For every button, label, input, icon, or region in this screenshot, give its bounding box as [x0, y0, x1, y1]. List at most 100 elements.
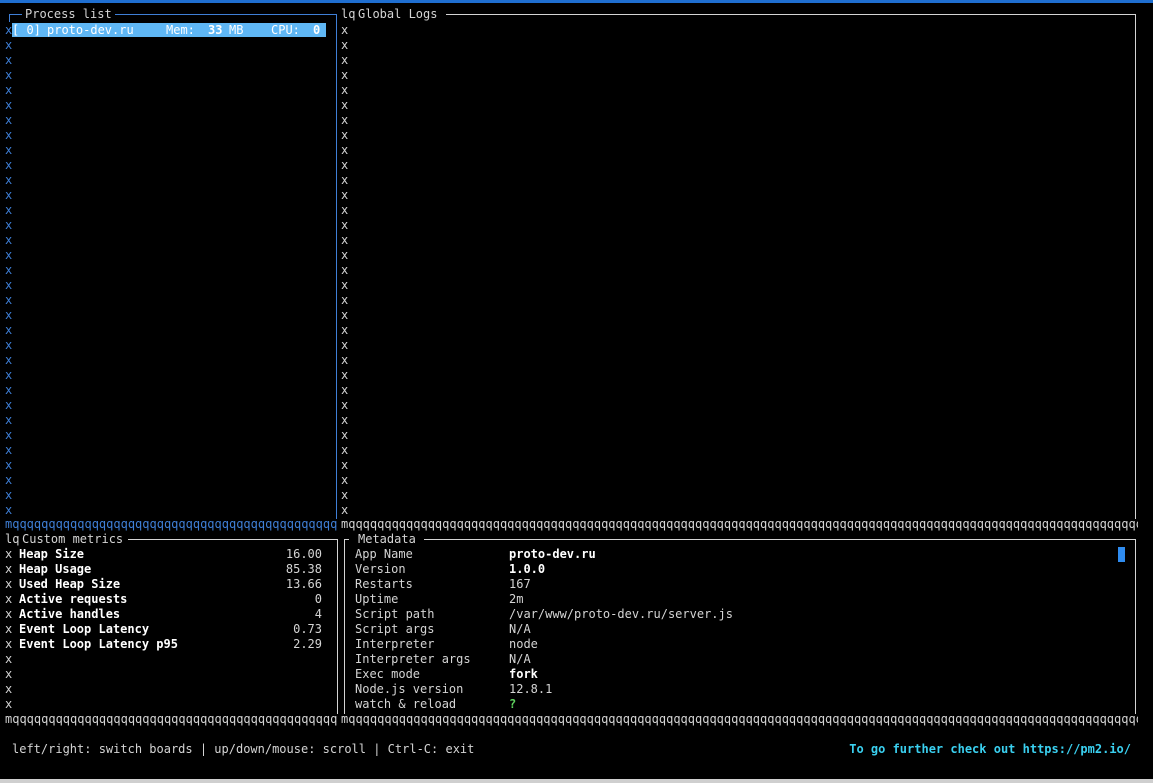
border-glyph: x — [5, 218, 13, 232]
metadata-border-top — [424, 539, 1135, 540]
border-glyph: x — [5, 503, 13, 517]
custom-metrics-border-right — [337, 539, 338, 714]
pm2-link[interactable]: To go further check out https://pm2.io/ — [849, 742, 1131, 757]
border-glyph: x — [5, 38, 13, 52]
process-list-title: Process list — [22, 7, 115, 22]
scrollbar-thumb[interactable] — [1118, 547, 1125, 562]
border-glyph: x — [341, 398, 349, 412]
metadata-row: Script path/var/www/proto-dev.ru/server.… — [355, 607, 1055, 622]
border-glyph: x — [5, 697, 13, 711]
metadata-value: 2m — [509, 592, 524, 606]
border-glyph: x — [341, 53, 349, 67]
border-glyph: x — [5, 188, 13, 202]
metric-value: 85.38 — [285, 562, 322, 576]
metadata-row: App Name proto-dev.ru — [355, 547, 1055, 562]
process-name: proto-dev.ru — [47, 23, 134, 37]
metadata-value: proto-dev.ru — [509, 547, 596, 561]
custom-metrics-border-bottom: mqqqqqqqqqqqqqqqqqqqqqqqqqqqqqqqqqqqqqqq… — [5, 712, 337, 726]
border-glyph: x — [341, 368, 349, 382]
border-glyph: x — [5, 323, 13, 337]
metadata-value: 12.8.1 — [509, 682, 553, 696]
global-logs-border-top — [446, 14, 1135, 15]
metadata-title: Metadata — [355, 532, 419, 547]
border-glyph: x — [5, 458, 13, 472]
metric-row: Heap Usage 85.38 — [19, 562, 322, 577]
bottom-bar — [0, 779, 1153, 783]
border-glyph: x — [5, 547, 13, 561]
border-glyph: x — [5, 353, 13, 367]
process-list-border-corner — [9, 14, 10, 22]
border-glyph: x — [5, 637, 13, 651]
metadata-row: Restarts 167 — [355, 577, 1055, 592]
metric-value: 16.00 — [285, 547, 322, 561]
metric-name: Heap Usage — [19, 562, 92, 576]
border-glyph: x — [341, 443, 349, 457]
custom-metrics-corner: lq — [5, 532, 20, 546]
border-glyph: x — [5, 398, 13, 412]
process-mem-value: 33 — [208, 23, 223, 37]
border-glyph: x — [341, 68, 349, 82]
metadata-key: Uptime — [355, 592, 399, 606]
border-glyph: x — [341, 128, 349, 142]
border-glyph: x — [341, 38, 349, 52]
border-glyph: x — [341, 308, 349, 322]
metadata-value: 1.0.0 — [509, 562, 546, 576]
metric-name: Heap Size — [19, 547, 85, 561]
process-row-selected[interactable]: [ 0] proto-dev.ru Mem: 33 MB CPU: 0 — [12, 23, 326, 37]
border-glyph: x — [341, 233, 349, 247]
border-glyph: x — [5, 383, 13, 397]
metadata-key: Script path — [355, 607, 435, 621]
border-glyph: x — [5, 577, 13, 591]
metadata-row: Script args N/A — [355, 622, 1055, 637]
border-glyph: x — [341, 23, 349, 37]
metric-row: Active handles 4 — [19, 607, 322, 622]
border-glyph: x — [5, 113, 13, 127]
border-glyph: x — [341, 248, 349, 262]
metadata-key: Exec mode — [355, 667, 421, 681]
border-glyph: x — [5, 488, 13, 502]
border-glyph: x — [341, 503, 349, 517]
border-glyph: x — [5, 562, 13, 576]
border-glyph: x — [5, 443, 13, 457]
custom-metrics-border-left: xxxxxxxxxxx — [5, 547, 15, 712]
border-glyph: x — [341, 173, 349, 187]
border-glyph: x — [5, 53, 13, 67]
metadata-key: watch & reload — [355, 697, 457, 711]
metadata-value: N/A — [509, 622, 531, 636]
border-glyph: x — [341, 353, 349, 367]
keyboard-help: left/right: switch boards | up/down/mous… — [12, 742, 475, 756]
global-logs-border-bottom: mqqqqqqqqqqqqqqqqqqqqqqqqqqqqqqqqqqqqqqq… — [341, 517, 1138, 531]
metadata-value: fork — [509, 667, 538, 681]
border-glyph: x — [341, 473, 349, 487]
border-glyph: x — [341, 218, 349, 232]
border-glyph: x — [5, 308, 13, 322]
border-glyph: x — [5, 368, 13, 382]
border-glyph: x — [5, 667, 13, 681]
border-glyph: x — [341, 338, 349, 352]
metric-row: Event Loop Latency 0.73 — [19, 622, 322, 637]
metric-name: Event Loop Latency — [19, 622, 150, 636]
border-glyph: x — [341, 263, 349, 277]
border-glyph: x — [5, 338, 13, 352]
metadata-key: Interpreter args — [355, 652, 471, 666]
global-logs-title: Global Logs — [355, 7, 441, 22]
metadata-border-right — [1135, 539, 1136, 714]
metric-value: 2.29 — [293, 637, 322, 651]
metadata-border-bottom: mqqqqqqqqqqqqqqqqqqqqqqqqqqqqqqqqqqqqqqq… — [341, 712, 1138, 726]
metric-row: Event Loop Latency p95 2.29 — [19, 637, 322, 652]
metadata-row: watch & reload? — [355, 697, 1055, 712]
metadata-value: 167 — [509, 577, 531, 591]
custom-metrics-title: Custom metrics — [19, 532, 127, 547]
border-glyph: x — [5, 248, 13, 262]
metric-value: 13.66 — [285, 577, 322, 591]
border-glyph: x — [341, 323, 349, 337]
metric-row: Active requests 0 — [19, 592, 322, 607]
border-glyph: x — [5, 128, 13, 142]
global-logs-corner: lq — [341, 7, 356, 21]
border-glyph: x — [5, 473, 13, 487]
metric-name: Active requests — [19, 592, 128, 606]
border-glyph: x — [5, 413, 13, 427]
metadata-key: App Name — [355, 547, 413, 561]
border-glyph: x — [5, 622, 13, 636]
metric-name: Active handles — [19, 607, 121, 621]
